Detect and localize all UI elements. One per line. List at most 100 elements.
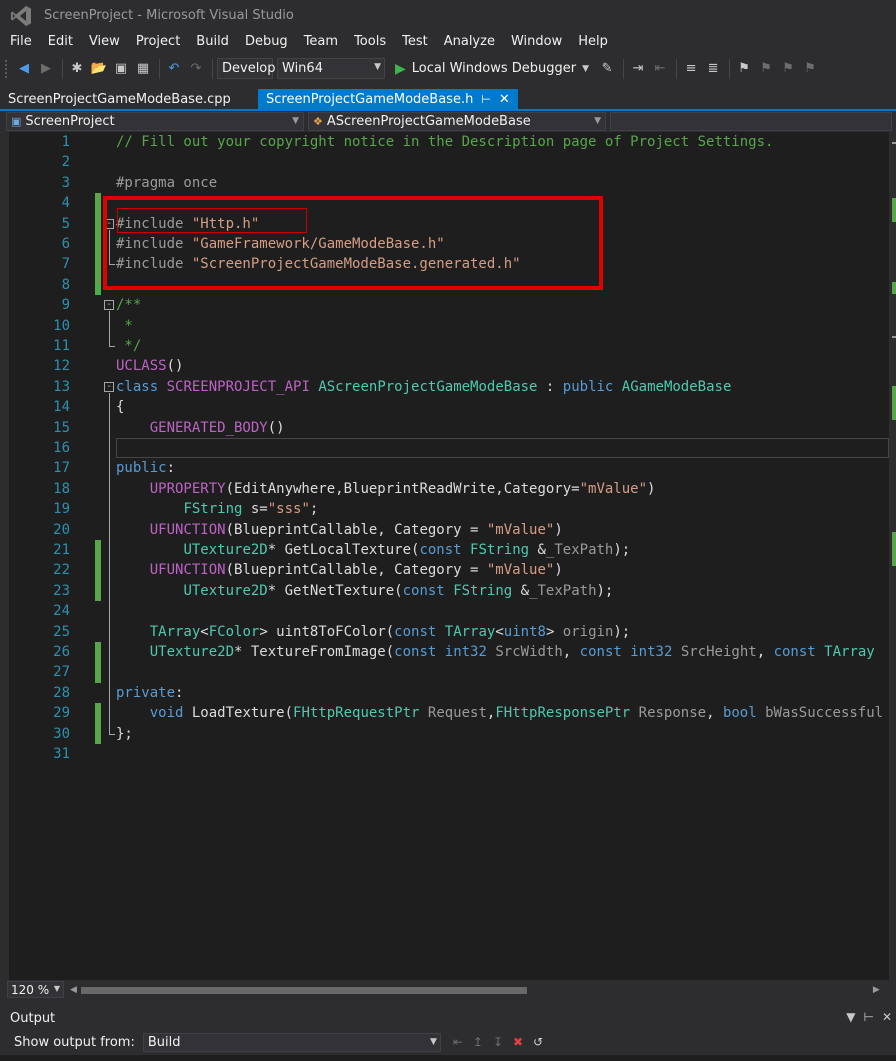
toolbar-grip[interactable] xyxy=(4,58,8,79)
clear-all-icon[interactable]: ✖ xyxy=(513,1035,523,1049)
code-line[interactable]: 30}; xyxy=(9,723,889,744)
menu-help[interactable]: Help xyxy=(570,34,616,49)
code-line[interactable]: 13 - class SCREENPROJECT_API AScreenProjec… xyxy=(9,377,889,397)
code-token: // Fill out your copyright notice in the… xyxy=(116,134,774,150)
collapse-icon[interactable]: - xyxy=(104,300,114,311)
code-token: TArray xyxy=(824,644,875,660)
output-source-select[interactable]: Build ▼ xyxy=(142,1032,441,1052)
zoom-dropdown[interactable]: 120 % ▼ xyxy=(7,981,64,998)
code-line[interactable]: 23 UTexture2D* GetNetTexture(const FStri… xyxy=(9,580,889,602)
save-icon[interactable]: ▣ xyxy=(111,58,131,80)
code-editor[interactable]: 1 // Fill out your copyright notice in th… xyxy=(9,132,889,980)
output-window-controls: ▼ ⊢ ✕ xyxy=(846,1010,892,1024)
save-all-icon[interactable]: ▦ xyxy=(133,58,153,80)
menu-tools[interactable]: Tools xyxy=(346,34,394,49)
code-line[interactable]: 24 xyxy=(9,601,889,621)
code-line[interactable]: 2 xyxy=(9,152,889,172)
pin-icon[interactable]: ⊢ xyxy=(481,93,491,106)
menu-view[interactable]: View xyxy=(81,34,128,49)
code-line[interactable]: 10 * xyxy=(9,316,889,336)
navigate-forward-icon[interactable]: ▶ xyxy=(36,58,56,80)
code-line[interactable]: 11 */ xyxy=(9,336,889,356)
code-line[interactable]: 19 FString s="sss"; xyxy=(9,499,889,519)
code-line[interactable]: 12 UCLASS() xyxy=(9,356,889,376)
attach-icon[interactable]: ✎ xyxy=(597,58,617,80)
close-icon[interactable]: ✕ xyxy=(882,1010,892,1024)
menu-analyze[interactable]: Analyze xyxy=(436,34,503,49)
uncomment-lines-icon[interactable]: ≣ xyxy=(703,58,723,80)
code-line[interactable]: 31 xyxy=(9,744,889,764)
close-icon[interactable]: ✕ xyxy=(499,92,510,107)
line-number: 14 xyxy=(53,399,70,416)
horizontal-scrollbar[interactable] xyxy=(80,985,871,995)
code-line[interactable]: 22 UFUNCTION(BlueprintCallable, Category… xyxy=(9,560,889,581)
scroll-right-icon[interactable]: ▶ xyxy=(873,985,880,995)
code-line[interactable]: 1 // Fill out your copyright notice in th… xyxy=(9,132,889,152)
find-message-icon[interactable]: ⇤ xyxy=(453,1035,463,1049)
vertical-scrollbar[interactable] xyxy=(889,132,896,980)
horizontal-scroll-thumb[interactable] xyxy=(80,986,527,994)
start-debugging-button[interactable]: ▶ Local Windows Debugger ▼ xyxy=(395,61,589,77)
code-line[interactable]: 14 { xyxy=(9,397,889,417)
redo-icon[interactable]: ↷ xyxy=(186,58,206,80)
chevron-down-icon[interactable]: ▼ xyxy=(582,64,589,74)
code-line[interactable]: 26 UTexture2D* TextureFromImage(const in… xyxy=(9,642,889,663)
previous-bookmark-icon[interactable]: ⚑ xyxy=(756,58,776,80)
scope-dropdown[interactable]: ❖ AScreenProjectGameModeBase ▼ xyxy=(308,112,606,131)
tab-header-file[interactable]: ScreenProjectGameModeBase.h ⊢ ✕ xyxy=(258,89,518,109)
code-line[interactable]: 18 UPROPERTY(EditAnywhere,BlueprintReadW… xyxy=(9,479,889,499)
step-over-icon[interactable]: ⇥ xyxy=(628,58,648,80)
project-dropdown[interactable]: ▣ ScreenProject ▼ xyxy=(6,112,304,131)
bookmark-icon[interactable]: ⚑ xyxy=(734,58,754,80)
code-line[interactable]: 17 public: xyxy=(9,458,889,478)
code-line[interactable]: 20 UFUNCTION(BlueprintCallable, Category… xyxy=(9,520,889,540)
code-line[interactable]: 3 #pragma once xyxy=(9,173,889,193)
window-title: ScreenProject - Microsoft Visual Studio xyxy=(44,8,294,23)
comment-lines-icon[interactable]: ≡ xyxy=(681,58,701,80)
code-line[interactable]: 21 UTexture2D* GetLocalTexture(const FSt… xyxy=(9,540,889,561)
menu-build[interactable]: Build xyxy=(188,34,237,49)
new-project-icon[interactable]: ✱ xyxy=(67,58,87,80)
fold-guide-end xyxy=(109,733,115,735)
previous-message-icon[interactable]: ↥ xyxy=(473,1035,483,1049)
word-wrap-icon[interactable]: ↺ xyxy=(533,1035,543,1049)
tab-cpp-file[interactable]: ScreenProjectGameModeBase.cpp xyxy=(0,89,258,109)
next-message-icon[interactable]: ↧ xyxy=(493,1035,503,1049)
collapse-icon[interactable]: - xyxy=(104,381,114,392)
member-dropdown[interactable] xyxy=(610,112,892,131)
code-line[interactable]: 25 TArray<FColor> uint8ToFColor(const TA… xyxy=(9,622,889,642)
solution-platform-select[interactable]: Win64 ▼ xyxy=(277,58,385,79)
chevron-down-icon[interactable]: ▼ xyxy=(846,1010,855,1024)
output-text-area[interactable] xyxy=(0,1055,896,1061)
menu-file[interactable]: File xyxy=(2,34,40,49)
code-token: ) xyxy=(554,521,563,538)
code-token: * GetNetTexture( xyxy=(267,582,403,599)
code-line[interactable]: 29 void LoadTexture(FHttpRequestPtr Requ… xyxy=(9,703,889,724)
open-file-icon[interactable]: 📂 xyxy=(89,58,109,80)
code-line[interactable]: 27 xyxy=(9,662,889,683)
scroll-left-icon[interactable]: ◀ xyxy=(70,985,77,995)
pin-icon[interactable]: ⊢ xyxy=(863,1010,873,1024)
code-token: int32 xyxy=(630,644,673,660)
code-line[interactable]: 28 private: xyxy=(9,683,889,703)
solution-configuration-select[interactable]: Develop xyxy=(217,58,276,79)
menu-edit[interactable]: Edit xyxy=(40,34,81,49)
undo-icon[interactable]: ↶ xyxy=(164,58,184,80)
menu-team[interactable]: Team xyxy=(296,34,346,49)
line-number: 3 xyxy=(61,174,70,191)
next-bookmark-icon[interactable]: ⚑ xyxy=(778,58,798,80)
code-text: UFUNCTION(BlueprintCallable, Category = … xyxy=(116,560,563,580)
code-line[interactable]: 16 xyxy=(9,438,889,459)
code-line[interactable]: 15 GENERATED_BODY() xyxy=(9,418,889,438)
code-token: private xyxy=(116,684,176,701)
menu-debug[interactable]: Debug xyxy=(237,34,296,49)
code-line[interactable]: 9 -/** xyxy=(9,295,889,315)
line-number: 6 xyxy=(61,236,70,252)
menu-project[interactable]: Project xyxy=(128,34,188,49)
step-into-icon[interactable]: ⇤ xyxy=(650,58,670,80)
navigate-back-icon[interactable]: ◀ xyxy=(14,58,34,80)
menu-test[interactable]: Test xyxy=(394,34,436,49)
clear-bookmarks-icon[interactable]: ⚑ xyxy=(800,58,820,80)
menu-window[interactable]: Window xyxy=(503,34,570,49)
